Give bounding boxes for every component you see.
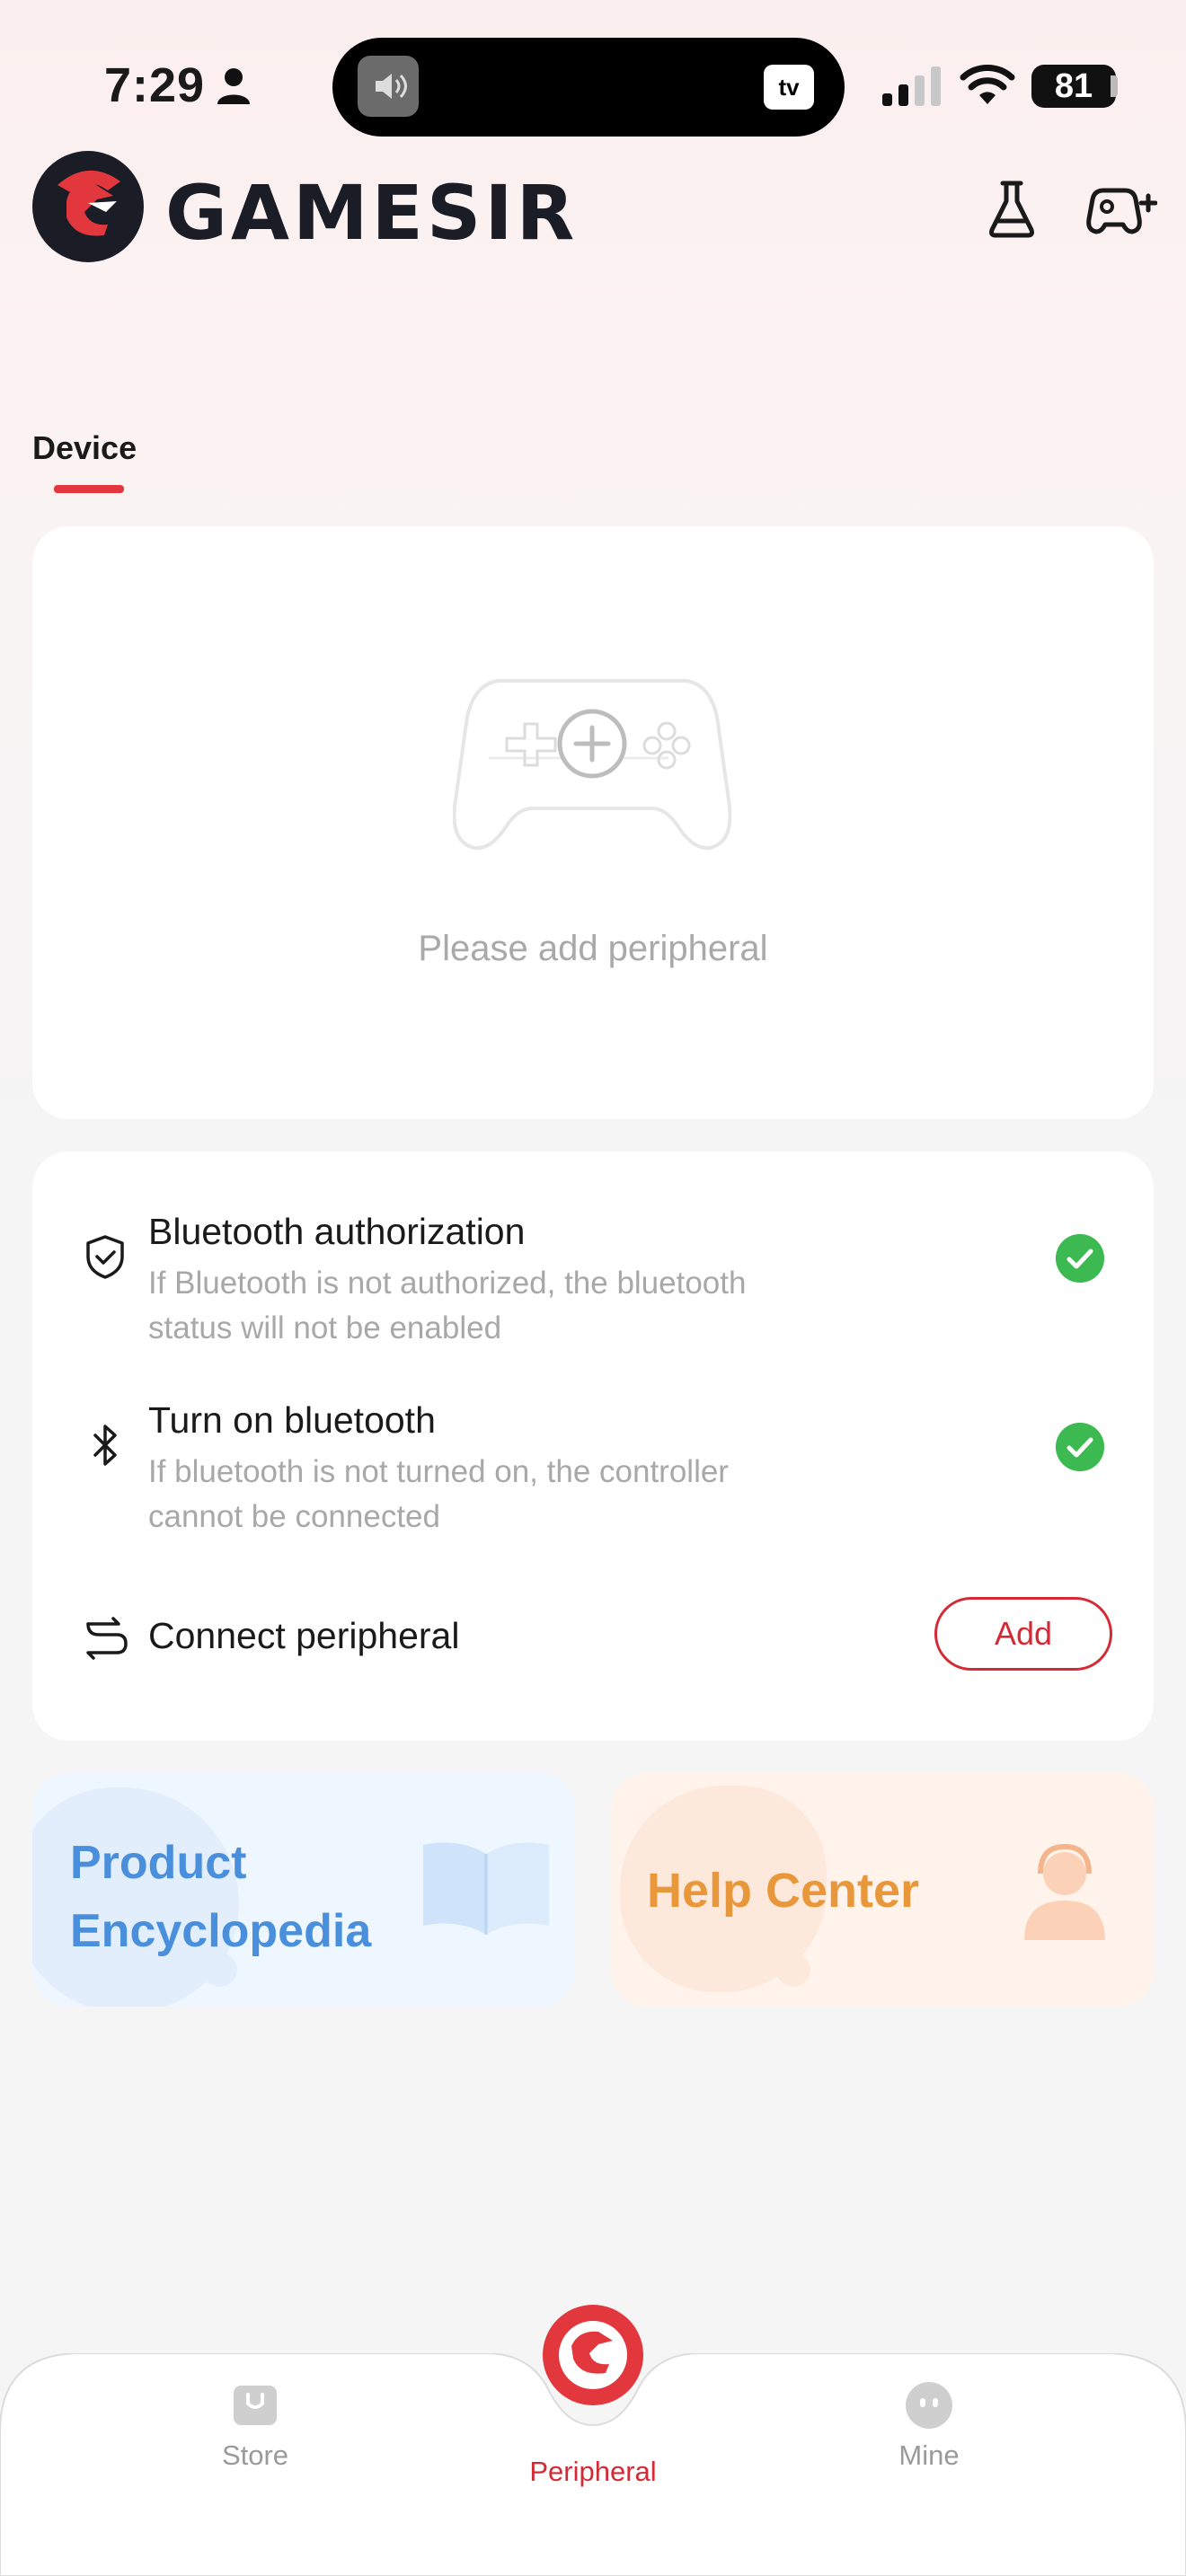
status-time: 7:29	[104, 58, 206, 112]
peripheral-tab-icon[interactable]	[539, 2301, 647, 2409]
product-encyclopedia-label: Product Encyclopedia	[70, 1837, 372, 1957]
brand-wordmark: GAMESIR	[165, 169, 579, 257]
add-peripheral-button[interactable]: Add	[934, 1597, 1112, 1671]
controller-placeholder-icon	[453, 679, 731, 851]
lab-flask-icon[interactable]	[979, 176, 1044, 241]
speaker-icon	[358, 56, 419, 117]
mine-profile-icon[interactable]	[904, 2380, 954, 2430]
bluetooth-icon	[93, 1425, 117, 1466]
tab-store-label[interactable]: Store	[147, 2439, 363, 2472]
tab-peripheral-label[interactable]: Peripheral	[485, 2456, 701, 2488]
bluetooth-on-check-icon	[1056, 1423, 1104, 1471]
bluetooth-on-desc: If bluetooth is not turned on, the contr…	[148, 1454, 729, 1534]
tab-active-indicator	[54, 485, 124, 493]
wifi-icon	[960, 65, 1015, 104]
add-controller-icon[interactable]	[1085, 176, 1157, 241]
person-icon	[217, 68, 250, 104]
bluetooth-auth-title: Bluetooth authorization	[148, 1211, 526, 1252]
store-icon[interactable]	[230, 2380, 280, 2427]
bluetooth-on-title: Turn on bluetooth	[148, 1399, 436, 1441]
tab-mine-label[interactable]: Mine	[821, 2439, 1037, 2472]
connect-arrows-icon	[86, 1617, 128, 1660]
help-center-label: Help Center	[647, 1864, 920, 1918]
support-agent-icon	[1024, 1843, 1105, 1940]
connect-peripheral-title: Connect peripheral	[148, 1615, 460, 1656]
open-book-icon	[423, 1842, 549, 1935]
battery-indicator: 81	[1031, 65, 1116, 108]
cellular-signal-icon	[882, 66, 941, 106]
gamesir-logo-icon	[32, 151, 144, 262]
apple-tv-icon: tv	[764, 65, 814, 110]
shield-check-icon	[86, 1235, 124, 1279]
tab-device[interactable]: Device	[32, 429, 137, 467]
bluetooth-auth-desc: If Bluetooth is not authorized, the blue…	[148, 1266, 747, 1345]
empty-device-text: Please add peripheral	[418, 929, 768, 968]
battery-cap	[1111, 75, 1118, 97]
bluetooth-auth-check-icon	[1056, 1234, 1104, 1283]
